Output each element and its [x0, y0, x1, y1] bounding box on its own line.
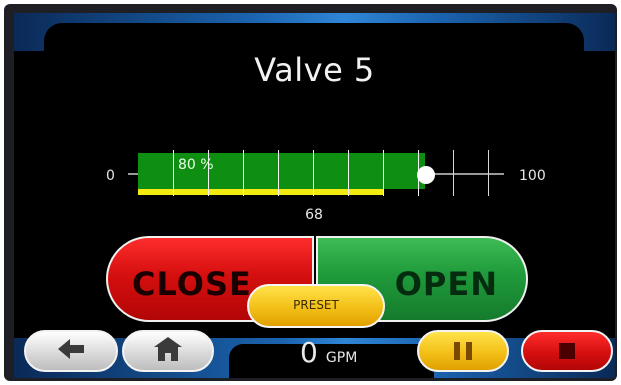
- position-bar: [138, 189, 383, 195]
- slider-tick: [488, 150, 489, 196]
- pause-icon: [454, 342, 472, 360]
- slider-tick: [173, 150, 174, 196]
- flow-value: 0: [300, 336, 318, 369]
- page-title: Valve 5: [254, 51, 375, 89]
- min-label: 0: [106, 168, 115, 184]
- fill-percent-label: 80 %: [178, 157, 214, 173]
- stop-button[interactable]: [521, 330, 613, 372]
- back-button[interactable]: [24, 330, 118, 372]
- open-label: OPEN: [394, 265, 498, 303]
- slider-tick: [383, 150, 384, 196]
- flow-unit: GPM: [325, 350, 358, 366]
- slider-knob[interactable]: [417, 166, 435, 184]
- screen: Valve 5 0 100 80 % 68 CLOSE OPEN PRESET: [14, 13, 615, 378]
- slider-tick: [453, 150, 454, 196]
- max-label: 100: [519, 168, 546, 184]
- device-frame: Valve 5 0 100 80 % 68 CLOSE OPEN PRESET: [4, 4, 617, 381]
- preset-button[interactable]: PRESET: [247, 284, 385, 328]
- position-value: 68: [305, 207, 323, 223]
- home-button[interactable]: [122, 330, 214, 372]
- slider-tick: [243, 150, 244, 196]
- valve-position-slider[interactable]: 80 %: [128, 150, 504, 202]
- slider-tick: [348, 150, 349, 196]
- slider-tick: [278, 150, 279, 196]
- slider-tick: [313, 150, 314, 196]
- stop-icon: [559, 343, 575, 359]
- close-label: CLOSE: [132, 265, 252, 303]
- flow-readout: 0 GPM: [300, 336, 410, 369]
- arrow-left-icon: [58, 339, 84, 363]
- pause-button[interactable]: [417, 330, 509, 372]
- home-icon: [154, 337, 182, 365]
